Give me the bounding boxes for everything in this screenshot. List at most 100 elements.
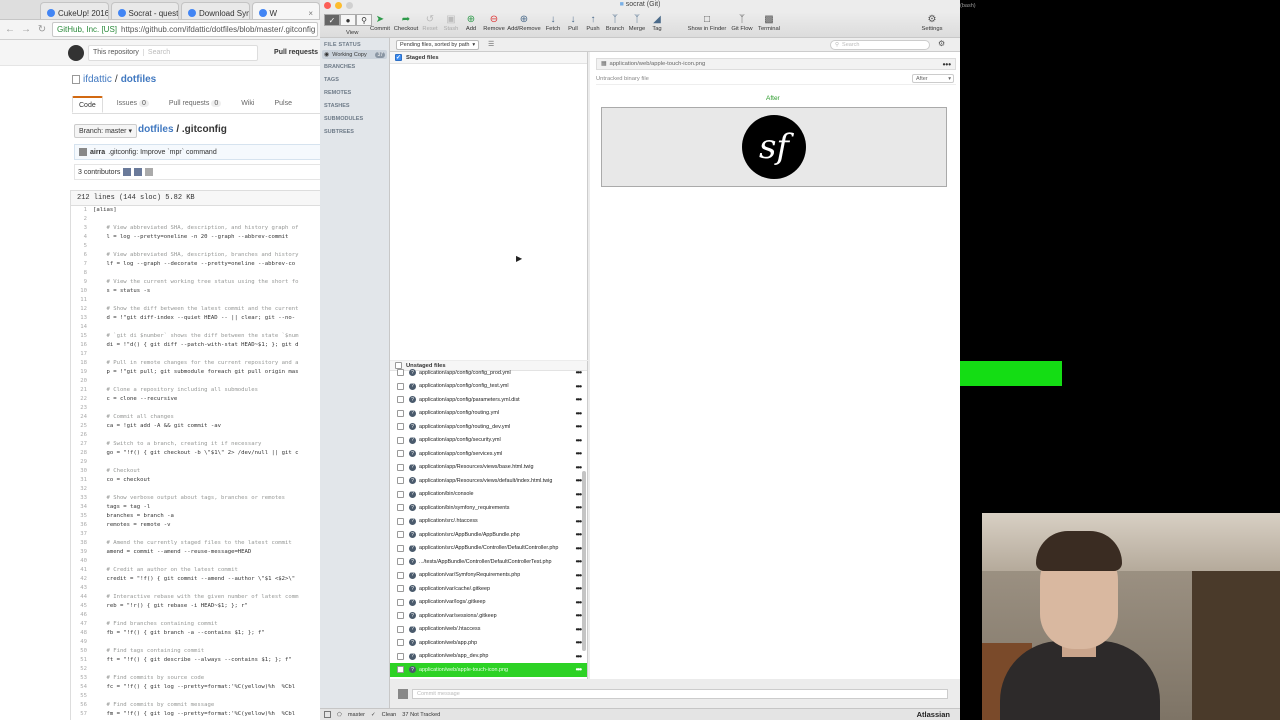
file-actions-button[interactable]: ••• [576,652,582,661]
file-actions-button[interactable]: ••• [576,557,582,566]
diff-mode-dropdown[interactable]: After ▾ [912,74,954,83]
file-stage-checkbox[interactable] [397,423,404,431]
file-stage-checkbox[interactable] [397,639,404,647]
toolbar-checkout-button[interactable]: ➦ Checkout [393,14,419,32]
line-number[interactable]: 32 [71,485,93,494]
file-row[interactable]: ? application/app/config/parameters.yml.d… [390,393,587,407]
toolbar-show-in-finder-button[interactable]: □ Show in Finder [687,14,727,32]
gear-icon[interactable]: ⚙ [938,39,945,48]
file-actions-button[interactable]: ••• [576,436,582,445]
file-row[interactable]: ? application/app/config/routing_dev.yml •… [390,420,587,434]
file-stage-checkbox[interactable] [397,382,404,390]
list-view-icon[interactable]: ☰ [488,40,494,48]
tab-pull-requests[interactable]: Pull requests 0 [163,96,227,113]
file-actions-button[interactable]: ••• [576,395,582,404]
line-number[interactable]: 37 [71,530,93,539]
address-field[interactable]: GitHub, Inc. [US] https://github.com/ifd… [52,22,318,37]
toolbar-add-remove-button[interactable]: ⊕ Add/Remove [504,14,544,32]
toolbar-terminal-button[interactable]: ▩ Terminal [756,14,782,32]
file-actions-button[interactable]: ••• [576,611,582,620]
file-row[interactable]: ? application/web/app_dev.php ••• [390,650,587,664]
file-actions-button[interactable]: ••• [576,422,582,431]
file-stage-checkbox[interactable] [397,436,404,444]
line-number[interactable]: 15 [71,332,93,341]
file-stage-checkbox[interactable] [397,463,404,471]
file-actions-button[interactable]: ••• [576,409,582,418]
file-row[interactable]: ? application/app/config/config_prod.yml •… [390,366,587,380]
file-row[interactable]: ? application/app/config/config_test.yml •… [390,380,587,394]
line-number[interactable]: 31 [71,476,93,485]
line-number[interactable]: 55 [71,692,93,701]
file-row[interactable]: ? application/src/AppBundle/Controller/De… [390,542,587,556]
line-number[interactable]: 27 [71,440,93,449]
line-number[interactable]: 12 [71,305,93,314]
line-number[interactable]: 35 [71,512,93,521]
file-stage-checkbox[interactable] [397,652,404,660]
line-number[interactable]: 24 [71,413,93,422]
line-number[interactable]: 18 [71,359,93,368]
file-row[interactable]: ? application/web/apple-touch-icon.png ••• [390,663,587,677]
github-search[interactable]: This repository Search [88,44,258,61]
file-actions-button[interactable]: ••• [576,544,582,553]
file-row[interactable]: ? application/app/Resources/views/default… [390,474,587,488]
line-number[interactable]: 48 [71,629,93,638]
line-number[interactable]: 54 [71,683,93,692]
file-stage-checkbox[interactable] [397,517,404,525]
file-stage-checkbox[interactable] [397,504,404,512]
nav-pull-requests[interactable]: Pull requests [274,49,322,56]
repo-name-link[interactable]: dotfiles [121,74,157,85]
file-actions-button[interactable]: ••• [576,503,582,512]
line-number[interactable]: 42 [71,575,93,584]
sidebar-item-branches[interactable]: BRANCHES [320,61,389,74]
line-number[interactable]: 14 [71,323,93,332]
pending-files-dropdown[interactable]: Pending files, sorted by path ▾ [396,40,480,50]
file-stage-checkbox[interactable] [397,490,404,498]
breadcrumb-dir-link[interactable]: dotfiles [138,124,174,135]
toolbar-tag-button[interactable]: ◢ Tag [644,14,670,32]
line-number[interactable]: 50 [71,647,93,656]
commit-message-input[interactable]: Commit message [412,689,948,699]
browser-tab[interactable]: Socrat - question...× [110,2,179,19]
sidebar-toggle-icon[interactable] [324,711,331,718]
line-number[interactable]: 19 [71,368,93,377]
commit-author[interactable]: airra [90,149,105,156]
sidebar-item-subtrees[interactable]: SUBTREES [320,126,389,139]
sidebar-item-stashes[interactable]: STASHES [320,100,389,113]
file-actions-button[interactable]: ••• [576,476,582,485]
line-number[interactable]: 28 [71,449,93,458]
file-actions-button[interactable]: ••• [576,598,582,607]
file-stage-checkbox[interactable] [397,369,404,377]
file-row[interactable]: ? application/src/AppBundle/AppBundle.php… [390,528,587,542]
file-actions-button[interactable]: ••• [576,530,582,539]
branch-selector[interactable]: Branch: master ▾ [74,124,137,138]
line-number[interactable]: 46 [71,611,93,620]
line-number[interactable]: 29 [71,458,93,467]
file-stage-checkbox[interactable] [397,409,404,417]
tab-pulse[interactable]: Pulse [268,96,298,113]
avatar[interactable] [134,168,143,176]
status-branch[interactable]: master [348,712,365,718]
file-actions-button[interactable]: ••• [576,638,582,647]
file-row[interactable]: ? application/var/SymfonyRequirements.php… [390,569,587,583]
file-row[interactable]: ? application/app/config/services.yml ••• [390,447,587,461]
file-row[interactable]: ? application/app/Resources/views/base.ht… [390,461,587,475]
line-number[interactable]: 13 [71,314,93,323]
file-actions-button[interactable]: ••• [576,368,582,377]
line-number[interactable]: 10 [71,287,93,296]
line-number[interactable]: 11 [71,296,93,305]
toolbar-settings-button[interactable]: ⚙ Settings [919,14,945,32]
file-actions-button[interactable]: ••• [576,517,582,526]
line-number[interactable]: 45 [71,602,93,611]
file-search-input[interactable]: ⚲ Search [830,40,930,50]
avatar[interactable] [123,168,132,176]
forward-icon[interactable]: → [20,24,32,35]
file-stage-checkbox[interactable] [397,625,404,633]
file-row[interactable]: ? application/web/.htaccess ••• [390,623,587,637]
file-row[interactable]: ? application/var/cache/.gitkeep ••• [390,582,587,596]
line-number[interactable]: 25 [71,422,93,431]
line-number[interactable]: 43 [71,584,93,593]
tab-issues[interactable]: Issues 0 [111,96,155,113]
file-stage-checkbox[interactable] [397,666,404,674]
repo-owner-link[interactable]: ifdattic [83,74,112,85]
line-number[interactable]: 21 [71,386,93,395]
